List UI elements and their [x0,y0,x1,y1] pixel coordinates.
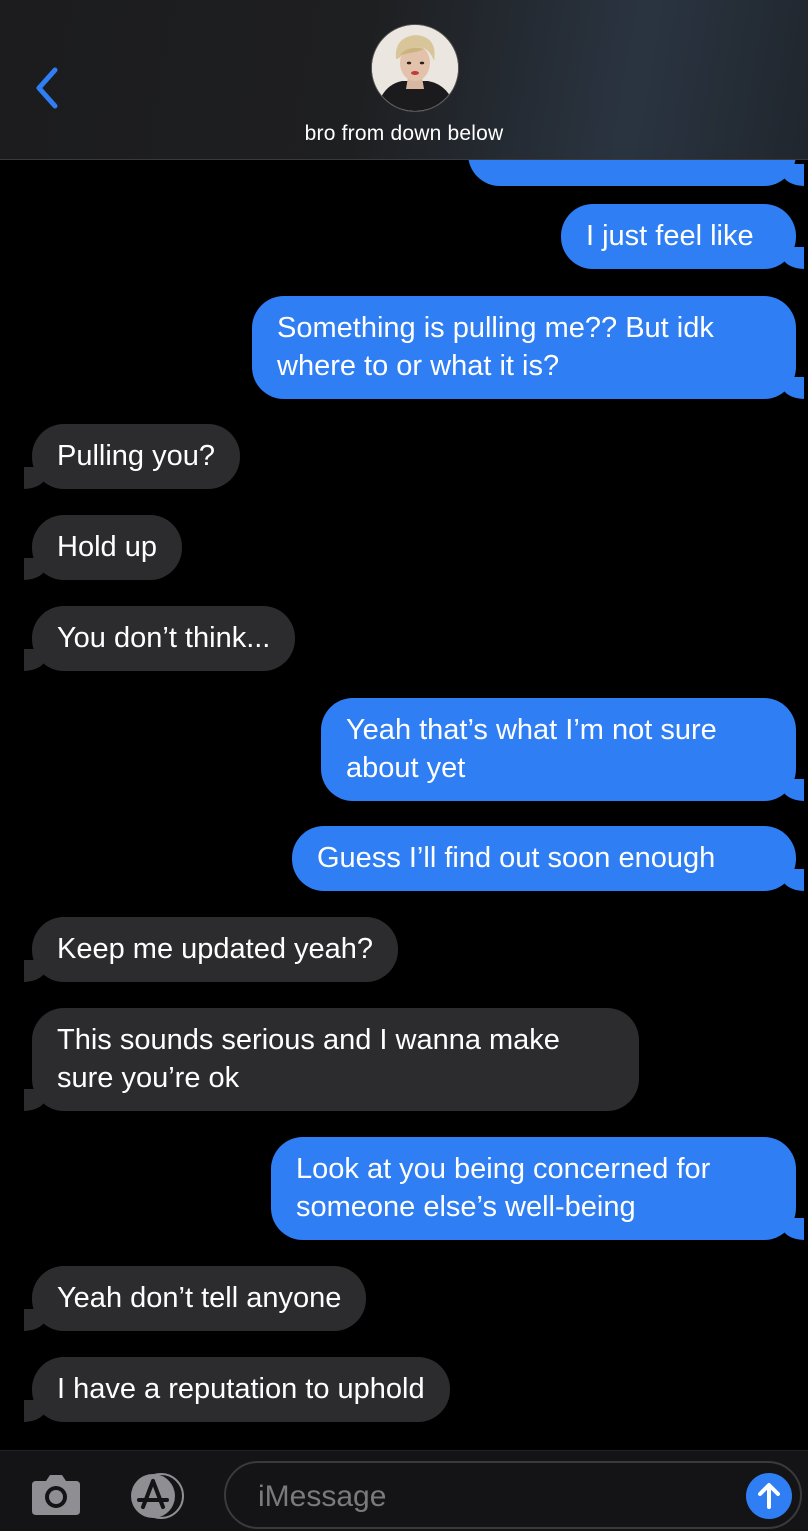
message-text: Hold up [57,531,157,563]
message-input-placeholder: iMessage [258,1480,387,1513]
message-bubble-sent[interactable]: Look at you being concerned for someone … [271,1137,804,1240]
message-bubble-received[interactable]: You don’t think... [23,606,296,671]
back-button[interactable] [28,62,68,112]
message-text: Yeah don’t tell anyone [57,1282,342,1314]
chevron-left-icon [36,67,58,109]
contact-name[interactable]: bro from down below [0,122,808,146]
message-bubble-received[interactable]: This sounds serious and I wanna make sur… [24,1008,639,1111]
message-bubble-received[interactable]: Yeah don’t tell anyone [23,1266,367,1331]
arrow-up-icon [758,1483,780,1509]
message-bubble-sent[interactable]: I just feel like [561,204,804,269]
message-text: Keep me updated yeah? [57,933,374,965]
message-text: Yeah that’s what I’m not sure about yet [346,714,717,784]
contact-avatar[interactable] [371,24,459,112]
message-thread[interactable]: I just feel like Something is pulling me… [0,0,808,1450]
message-text: Pulling you? [57,440,215,472]
message-text: You don’t think... [57,622,271,654]
avatar-image [372,25,458,111]
message-text: Guess I’ll find out soon enough [317,842,716,874]
compose-bar: iMessage [0,1450,808,1531]
message-text: I just feel like [586,220,754,252]
message-input[interactable]: iMessage [224,1461,802,1529]
message-text: Something is pulling me?? But idk where … [277,312,714,382]
message-bubble-sent[interactable]: Something is pulling me?? But idk where … [252,296,804,399]
conversation-header: bro from down below [0,0,808,160]
message-bubble-sent[interactable]: Guess I’ll find out soon enough [292,826,804,891]
message-text: This sounds serious and I wanna make sur… [57,1024,560,1094]
message-bubble-received[interactable]: Hold up [24,515,182,580]
message-bubble-received[interactable]: I have a reputation to uphold [24,1357,450,1422]
app-store-button[interactable] [125,1472,187,1520]
message-bubble-sent[interactable]: Yeah that’s what I’m not sure about yet [321,698,804,801]
send-button[interactable] [746,1473,792,1519]
camera-icon [32,1475,80,1515]
message-bubble-received[interactable]: Pulling you? [24,424,240,489]
message-text: I have a reputation to uphold [57,1373,425,1405]
app-store-icon [131,1473,184,1519]
message-text: Look at you being concerned for someone … [296,1153,711,1223]
camera-button[interactable] [30,1471,82,1517]
message-bubble-received[interactable]: Keep me updated yeah? [23,917,399,982]
